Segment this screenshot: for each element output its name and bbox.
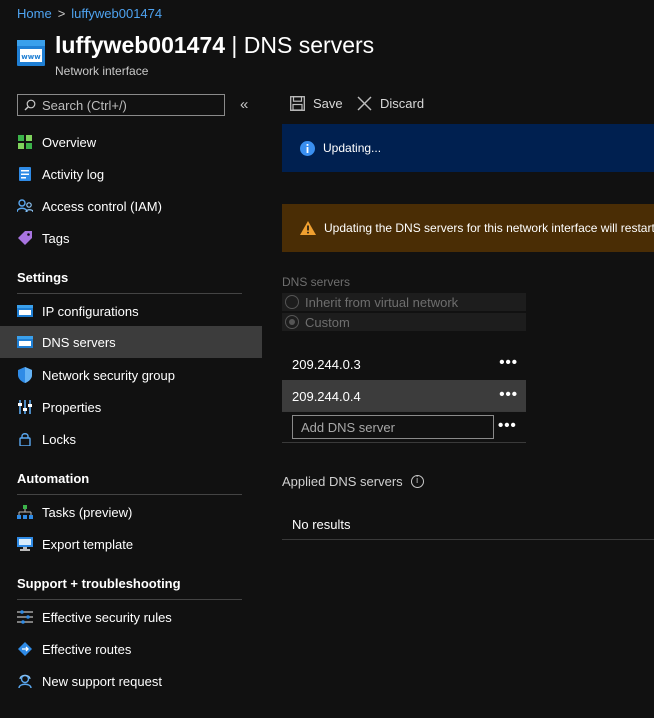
info-icon [300, 140, 315, 156]
routes-icon [17, 641, 33, 657]
ip-config-icon [17, 303, 33, 319]
section-support: Support + troubleshooting [17, 576, 181, 591]
sidebar-item-new-support-request[interactable]: New support request [0, 665, 262, 697]
warning-banner-text: Updating the DNS servers for this networ… [324, 221, 654, 235]
dns-server-value: 209.244.0.4 [292, 388, 361, 404]
sidebar-item-label: Network security group [42, 367, 175, 383]
breadcrumb-home-link[interactable]: Home [17, 6, 52, 21]
sidebar-item-tasks[interactable]: Tasks (preview) [0, 496, 262, 528]
page-title: luffyweb001474 | DNS servers [55, 32, 374, 59]
row-divider [282, 411, 526, 412]
export-template-icon [17, 536, 33, 552]
sidebar-item-activity-log[interactable]: Activity log [0, 158, 262, 190]
no-results-text: No results [292, 517, 351, 532]
save-label: Save [313, 96, 343, 111]
more-options-icon[interactable]: ••• [499, 386, 518, 403]
applied-dns-servers-label: Applied DNS servers i [282, 474, 424, 489]
lock-icon [17, 431, 33, 447]
search-box[interactable] [17, 94, 225, 116]
support-icon [17, 673, 33, 689]
sidebar-item-overview[interactable]: Overview [0, 126, 262, 158]
resource-name: luffyweb001474 [55, 32, 226, 58]
dns-servers-label: DNS servers [282, 275, 351, 289]
info-banner-text: Updating... [323, 141, 382, 155]
sidebar-item-effective-security-rules[interactable]: Effective security rules [0, 601, 262, 633]
sidebar-item-network-security-group[interactable]: Network security group [0, 359, 262, 391]
iam-icon [17, 198, 33, 214]
svg-text:www: www [21, 53, 41, 61]
radio-button-selected [285, 315, 299, 329]
sidebar-item-locks[interactable]: Locks [0, 423, 262, 455]
network-interface-icon: www [17, 40, 45, 66]
save-button[interactable]: Save [290, 96, 343, 111]
add-dns-server-input[interactable] [293, 416, 493, 438]
warning-banner: Updating the DNS servers for this networ… [282, 204, 654, 252]
sidebar-item-label: Effective security rules [42, 609, 172, 625]
sidebar-item-label: New support request [42, 673, 162, 689]
section-divider [17, 293, 242, 294]
search-input[interactable] [42, 95, 220, 115]
dns-server-row[interactable]: 209.244.0.3 ••• [282, 348, 526, 380]
discard-label: Discard [380, 96, 425, 111]
properties-icon [17, 399, 33, 415]
sidebar-item-tags[interactable]: Tags [0, 222, 262, 254]
sidebar-item-label: Access control (IAM) [42, 198, 162, 214]
security-rules-icon [17, 609, 33, 625]
radio-button [285, 295, 299, 309]
radio-label: Inherit from virtual network [305, 294, 459, 310]
warning-icon [300, 221, 316, 235]
sidebar-item-label: Properties [42, 399, 102, 415]
page-subtitle: Network interface [55, 64, 149, 78]
dns-server-row[interactable]: 209.244.0.4 ••• [282, 380, 526, 412]
sidebar-item-label: Effective routes [42, 641, 132, 657]
sidebar-item-label: Tasks (preview) [42, 504, 133, 520]
title-separator: | [225, 32, 244, 58]
sidebar-item-export-template[interactable]: Export template [0, 528, 262, 560]
radio-custom[interactable]: Custom [282, 313, 526, 331]
info-tooltip-icon[interactable]: i [410, 475, 424, 488]
activity-log-icon [17, 166, 33, 182]
more-options-icon[interactable]: ••• [499, 354, 518, 371]
sidebar-item-ip-configurations[interactable]: IP configurations [0, 295, 262, 327]
search-icon [24, 99, 36, 111]
close-icon [357, 96, 372, 111]
section-settings: Settings [17, 270, 69, 285]
section-automation: Automation [17, 471, 90, 486]
sidebar-item-label: Overview [42, 134, 97, 150]
sidebar-item-properties[interactable]: Properties [0, 391, 262, 423]
dns-server-value: 209.244.0.3 [292, 356, 361, 372]
tasks-icon [17, 504, 33, 520]
section-divider [17, 599, 242, 600]
sidebar-item-access-control[interactable]: Access control (IAM) [0, 190, 262, 222]
sidebar-item-label: Export template [42, 536, 134, 552]
overview-icon [17, 134, 33, 150]
breadcrumb-current-link[interactable]: luffyweb001474 [71, 6, 162, 21]
applied-label-text: Applied DNS servers [282, 474, 403, 489]
page-name: DNS servers [243, 32, 375, 58]
row-divider [282, 442, 526, 443]
save-icon [290, 96, 305, 111]
sidebar-item-label: Activity log [42, 166, 105, 182]
table-divider [282, 539, 654, 540]
section-divider [17, 494, 242, 495]
info-banner: Updating... [282, 124, 654, 172]
sidebar-item-label: Tags [42, 230, 70, 246]
add-dns-server-field[interactable] [292, 415, 494, 439]
breadcrumb: Home > luffyweb001474 [17, 6, 162, 21]
more-options-icon[interactable]: ••• [498, 417, 517, 434]
sidebar-item-label: DNS servers [42, 334, 116, 350]
sidebar-item-effective-routes[interactable]: Effective routes [0, 633, 262, 665]
dns-icon [17, 334, 33, 350]
breadcrumb-separator: > [57, 6, 66, 21]
collapse-menu-icon[interactable]: « [240, 96, 248, 113]
radio-label: Custom [305, 314, 350, 330]
discard-button[interactable]: Discard [357, 96, 424, 111]
sidebar-item-dns-servers[interactable]: DNS servers [0, 326, 262, 358]
sidebar-item-label: Locks [42, 431, 76, 447]
tag-icon [17, 230, 33, 246]
shield-icon [17, 367, 33, 383]
radio-inherit[interactable]: Inherit from virtual network [282, 293, 526, 311]
sidebar-item-label: IP configurations [42, 303, 139, 319]
